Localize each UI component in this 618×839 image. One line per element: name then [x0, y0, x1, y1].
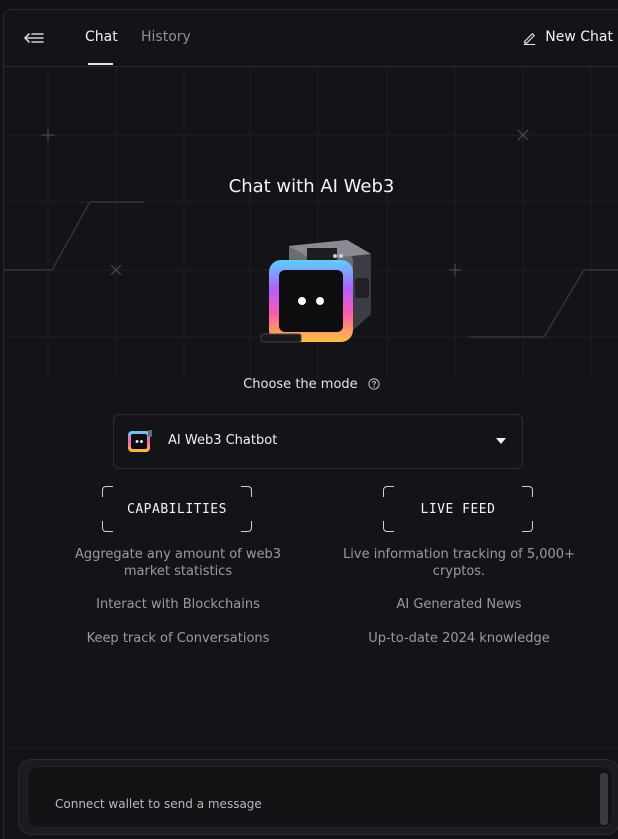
- caret-down-icon: [496, 438, 506, 444]
- list-item: Aggregate any amount of web3 market stat…: [74, 547, 282, 579]
- new-chat-label: New Chat: [545, 29, 613, 45]
- mode-select-value: AI Web3 Chatbot: [168, 433, 278, 448]
- message-placeholder: Connect wallet to send a message: [55, 797, 262, 811]
- list-item: Up-to-date 2024 knowledge: [368, 631, 550, 646]
- question-circle-icon[interactable]: [368, 378, 380, 390]
- app-frame: Chat History New Chat Chat with AI Web3 …: [3, 9, 618, 839]
- capabilities-list: Aggregate any amount of web3 market stat…: [58, 546, 298, 647]
- header-bar: Chat History New Chat: [4, 10, 618, 67]
- tab-chat[interactable]: Chat: [85, 29, 118, 45]
- live-feed-heading: LIVE FEED: [383, 486, 533, 532]
- collapse-menu-icon[interactable]: [24, 30, 44, 46]
- message-composer: Connect wallet to send a message: [18, 759, 618, 835]
- live-feed-title: LIVE FEED: [420, 501, 496, 517]
- mode-label: Choose the mode: [4, 377, 618, 392]
- capabilities-heading: CAPABILITIES: [102, 486, 252, 532]
- scrollbar[interactable]: [600, 773, 608, 825]
- bot-avatar-icon: [128, 430, 152, 452]
- list-item: Interact with Blockchains: [96, 597, 260, 612]
- capabilities-title: CAPABILITIES: [127, 501, 227, 517]
- mode-select[interactable]: AI Web3 Chatbot: [113, 414, 523, 469]
- robot-icon: [260, 240, 371, 343]
- list-item: AI Generated News: [396, 597, 522, 612]
- page-title: Chat with AI Web3: [228, 176, 395, 197]
- new-chat-button[interactable]: New Chat: [522, 29, 613, 45]
- composer-area: Connect wallet to send a message: [4, 747, 618, 839]
- active-tab-indicator: [88, 63, 113, 65]
- message-input[interactable]: Connect wallet to send a message: [27, 766, 613, 828]
- tab-history[interactable]: History: [141, 29, 191, 45]
- list-item: Live information tracking of 5,000+ cryp…: [343, 547, 575, 579]
- pencil-icon: [524, 32, 536, 45]
- mode-label-text: Choose the mode: [243, 377, 358, 392]
- live-feed-list: Live information tracking of 5,000+ cryp…: [339, 546, 579, 647]
- list-item: Keep track of Conversations: [86, 631, 270, 646]
